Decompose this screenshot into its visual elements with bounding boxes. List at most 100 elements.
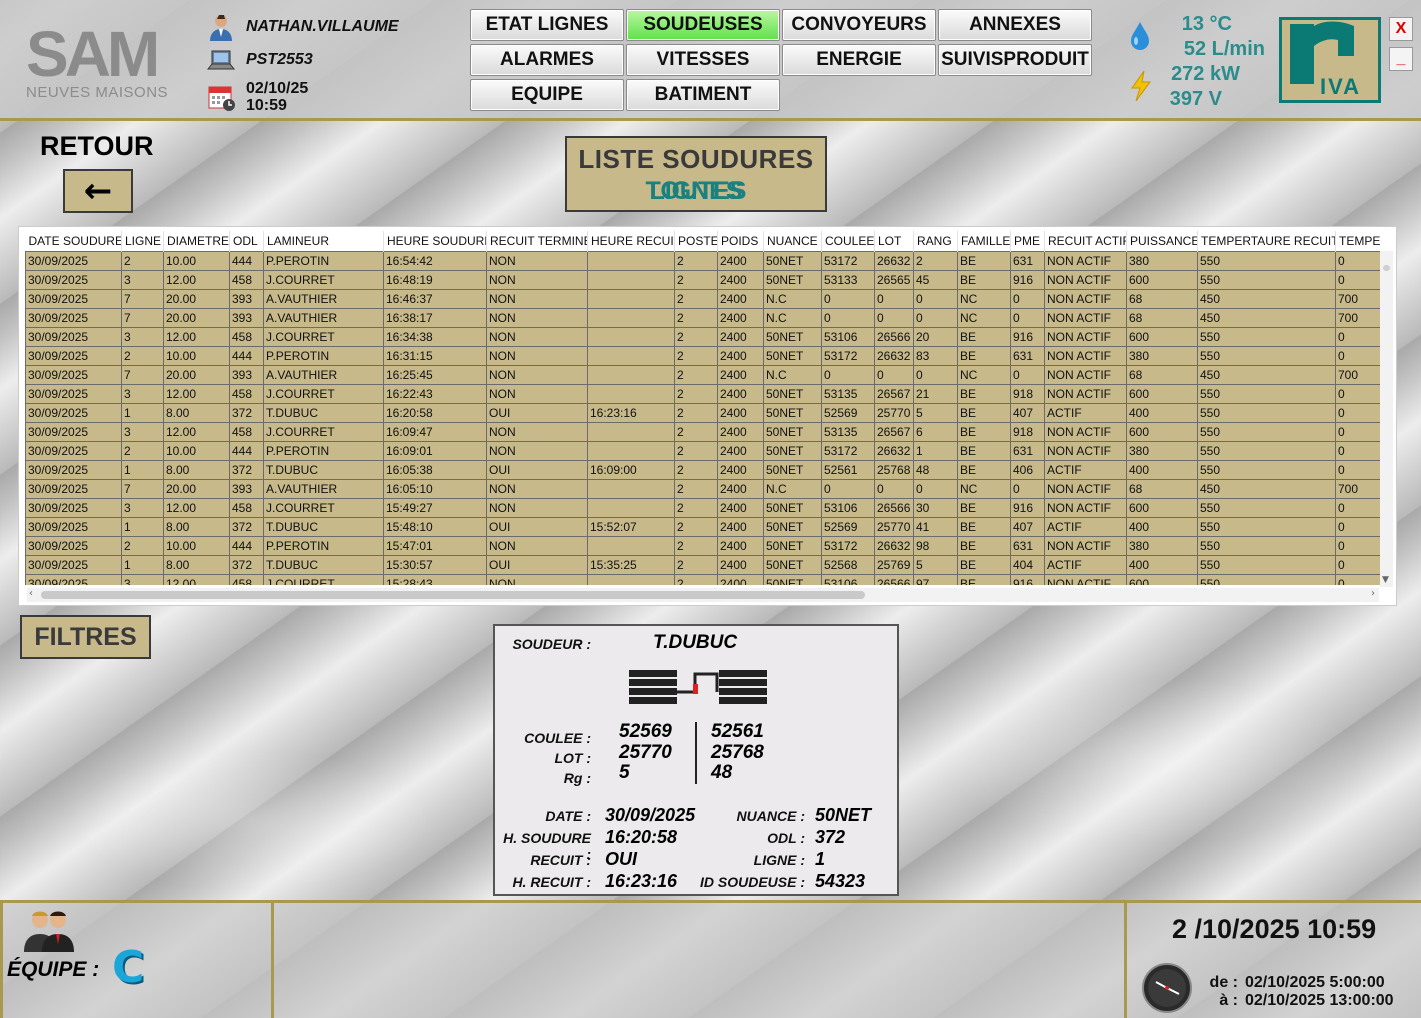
table-cell: 550 — [1197, 345, 1336, 366]
table-cell: 53172 — [821, 250, 875, 271]
table-cell: J.COURRET — [263, 383, 384, 404]
table-cell: NON ACTIF — [1044, 250, 1127, 271]
table-cell: 16:31:15 — [383, 345, 487, 366]
table-cell: 20.00 — [163, 364, 230, 385]
column-header[interactable]: LAMINEUR — [263, 231, 384, 251]
horizontal-scrollbar[interactable]: ‹ › — [27, 588, 1379, 602]
nav-convoyeurs-button[interactable]: CONVOYEURS — [782, 9, 936, 41]
soudeur-label: SOUDEUR : — [512, 636, 591, 652]
table-cell: N.C — [763, 288, 822, 309]
right-lot-value: 25768 — [711, 742, 764, 763]
table-row[interactable]: 30/09/2025 2 10.00 444 P.PEROTIN 16:31:15 NON 2… — [25, 345, 1381, 366]
minimize-button[interactable]: _ — [1389, 47, 1413, 71]
hsoudure-value: 16:20:58 — [605, 827, 678, 847]
column-header[interactable]: NUANCE — [763, 231, 822, 251]
table-cell: 0 — [913, 478, 958, 499]
table-row[interactable]: 30/09/2025 3 12.00 458 J.COURRET 16:22:43 NON 2… — [25, 383, 1381, 404]
close-button[interactable]: X — [1389, 17, 1413, 41]
nav-alarmes-button[interactable]: ALARMES — [470, 44, 624, 76]
column-header[interactable]: TEMPERTAURE RECUIT 1 — [1197, 231, 1336, 251]
table-cell: 50NET — [763, 459, 822, 480]
table-row[interactable]: 30/09/2025 3 12.00 458 J.COURRET 16:09:47 NON 2… — [25, 421, 1381, 442]
table-cell: 52568 — [821, 554, 875, 575]
table-row[interactable]: 30/09/2025 1 8.00 372 T.DUBUC 16:05:38 OUI 16:0… — [25, 459, 1381, 480]
recuit-value: OUI — [605, 849, 638, 869]
column-header[interactable]: POIDS — [717, 231, 764, 251]
nav-vitesses-button[interactable]: VITESSES — [626, 44, 780, 76]
column-header[interactable]: ODL — [229, 231, 264, 251]
welds-grid[interactable]: DATE SOUDURE LIGNE DIAMETRE ODL LAMINEUR HEUR… — [25, 231, 1381, 585]
footer-datetime: 2 /10/2025 10:59 — [1172, 914, 1377, 944]
table-cell: 25768 — [874, 459, 914, 480]
table-cell: 0 — [1335, 383, 1381, 404]
table-cell: 550 — [1197, 326, 1336, 347]
table-row[interactable]: 30/09/2025 3 12.00 458 J.COURRET 15:28:43 NON 2… — [25, 573, 1381, 585]
table-row[interactable]: 30/09/2025 7 20.00 393 A.VAUTHIER 16:38:17 NON… — [25, 307, 1381, 328]
column-header[interactable]: RECUIT ACTIF — [1044, 231, 1127, 251]
column-header[interactable]: PUISSANCE — [1126, 231, 1198, 251]
column-header[interactable]: LIGNE — [121, 231, 164, 251]
nav-equipe-button[interactable]: EQUIPE — [470, 79, 624, 111]
scroll-left-icon[interactable]: ‹ — [29, 588, 33, 599]
column-header[interactable]: LOT — [874, 231, 914, 251]
column-header[interactable]: COULEE — [821, 231, 875, 251]
table-row[interactable]: 30/09/2025 7 20.00 393 A.VAUTHIER 16:46:37 NON… — [25, 288, 1381, 309]
table-cell: 50NET — [763, 573, 822, 585]
table-row[interactable]: 30/09/2025 7 20.00 393 A.VAUTHIER 16:25:45 NON… — [25, 364, 1381, 385]
right-rg-value: 48 — [711, 762, 733, 783]
nav-suivisproduit-button[interactable]: SUIVISPRODUIT — [938, 44, 1092, 76]
nav-annexes-button[interactable]: ANNEXES — [938, 9, 1092, 41]
table-row[interactable]: 30/09/2025 1 8.00 372 T.DUBUC 16:20:58 OUI 16:2… — [25, 402, 1381, 423]
table-row[interactable]: 30/09/2025 2 10.00 444 P.PEROTIN 16:09:01 NON 2… — [25, 440, 1381, 461]
table-cell: 20 — [913, 326, 958, 347]
retour-button[interactable]: ← — [63, 169, 133, 213]
table-cell: 0 — [1010, 364, 1045, 385]
table-cell: 550 — [1197, 402, 1336, 423]
table-cell: OUI — [486, 459, 588, 480]
table-cell: 550 — [1197, 573, 1336, 585]
filtres-button[interactable]: FILTRES — [20, 615, 151, 659]
table-row[interactable]: 30/09/2025 1 8.00 372 T.DUBUC 15:30:57 OUI 15:3… — [25, 554, 1381, 575]
temperature-value: 13 °C — [1181, 13, 1232, 35]
table-row[interactable]: 30/09/2025 3 12.00 458 J.COURRET 16:48:19 NON 2… — [25, 269, 1381, 290]
scroll-right-icon[interactable]: › — [1371, 588, 1375, 599]
table-row[interactable]: 30/09/2025 3 12.00 458 J.COURRET 15:49:27 NON 2… — [25, 497, 1381, 518]
table-cell: 26566 — [874, 497, 914, 518]
column-header[interactable]: FAMILLE — [957, 231, 1011, 251]
table-row[interactable]: 30/09/2025 2 10.00 444 P.PEROTIN 16:54:42 NON 2… — [25, 250, 1381, 271]
vertical-scrollbar[interactable]: ▼ — [1380, 251, 1393, 587]
column-header[interactable]: DATE SOUDURE — [25, 231, 122, 251]
vertical-scroll-thumb[interactable] — [1383, 265, 1390, 271]
column-header[interactable]: DIAMETRE — [163, 231, 230, 251]
horizontal-scroll-thumb[interactable] — [41, 591, 865, 599]
column-header[interactable]: PME — [1010, 231, 1045, 251]
period-end-value: 02/10/2025 13:00:00 — [1245, 992, 1394, 1009]
table-cell: 372 — [229, 459, 264, 480]
table-cell: NON — [486, 288, 588, 309]
column-header[interactable]: RECUIT TERMINE — [486, 231, 588, 251]
scroll-down-icon[interactable]: ▼ — [1382, 575, 1389, 585]
column-header[interactable]: TEMPERT — [1335, 231, 1381, 251]
table-row[interactable]: 30/09/2025 7 20.00 393 A.VAUTHIER 16:05:10 NON… — [25, 478, 1381, 499]
table-row[interactable]: 30/09/2025 2 10.00 444 P.PEROTIN 15:47:01 NON 2… — [25, 535, 1381, 556]
column-header[interactable]: POSTE — [674, 231, 718, 251]
table-cell: 12.00 — [163, 269, 230, 290]
table-row[interactable]: 30/09/2025 1 8.00 372 T.DUBUC 15:48:10 OUI 15:5… — [25, 516, 1381, 537]
nav-etat-lignes-button[interactable]: ETAT LIGNES — [470, 9, 624, 41]
table-cell: 10.00 — [163, 440, 230, 461]
table-cell: 20.00 — [163, 307, 230, 328]
table-cell: 0 — [874, 478, 914, 499]
table-cell: 3 — [121, 269, 164, 290]
table-cell: 10.00 — [163, 345, 230, 366]
arrow-left-icon: ← — [83, 171, 113, 211]
table-cell: 12.00 — [163, 573, 230, 585]
nav-soudeuses-button[interactable]: SOUDEUSES — [626, 9, 780, 41]
nav-batiment-button[interactable]: BATIMENT — [626, 79, 780, 111]
column-header[interactable]: HEURE RECUIT — [587, 231, 675, 251]
nav-energie-button[interactable]: ENERGIE — [782, 44, 936, 76]
table-cell — [587, 326, 675, 347]
column-header[interactable]: RANG — [913, 231, 958, 251]
column-header[interactable]: HEURE SOUDURE — [383, 231, 487, 251]
table-row[interactable]: 30/09/2025 3 12.00 458 J.COURRET 16:34:38 NON 2… — [25, 326, 1381, 347]
sam-logo-subtitle: NEUVES MAISONS — [26, 84, 169, 101]
